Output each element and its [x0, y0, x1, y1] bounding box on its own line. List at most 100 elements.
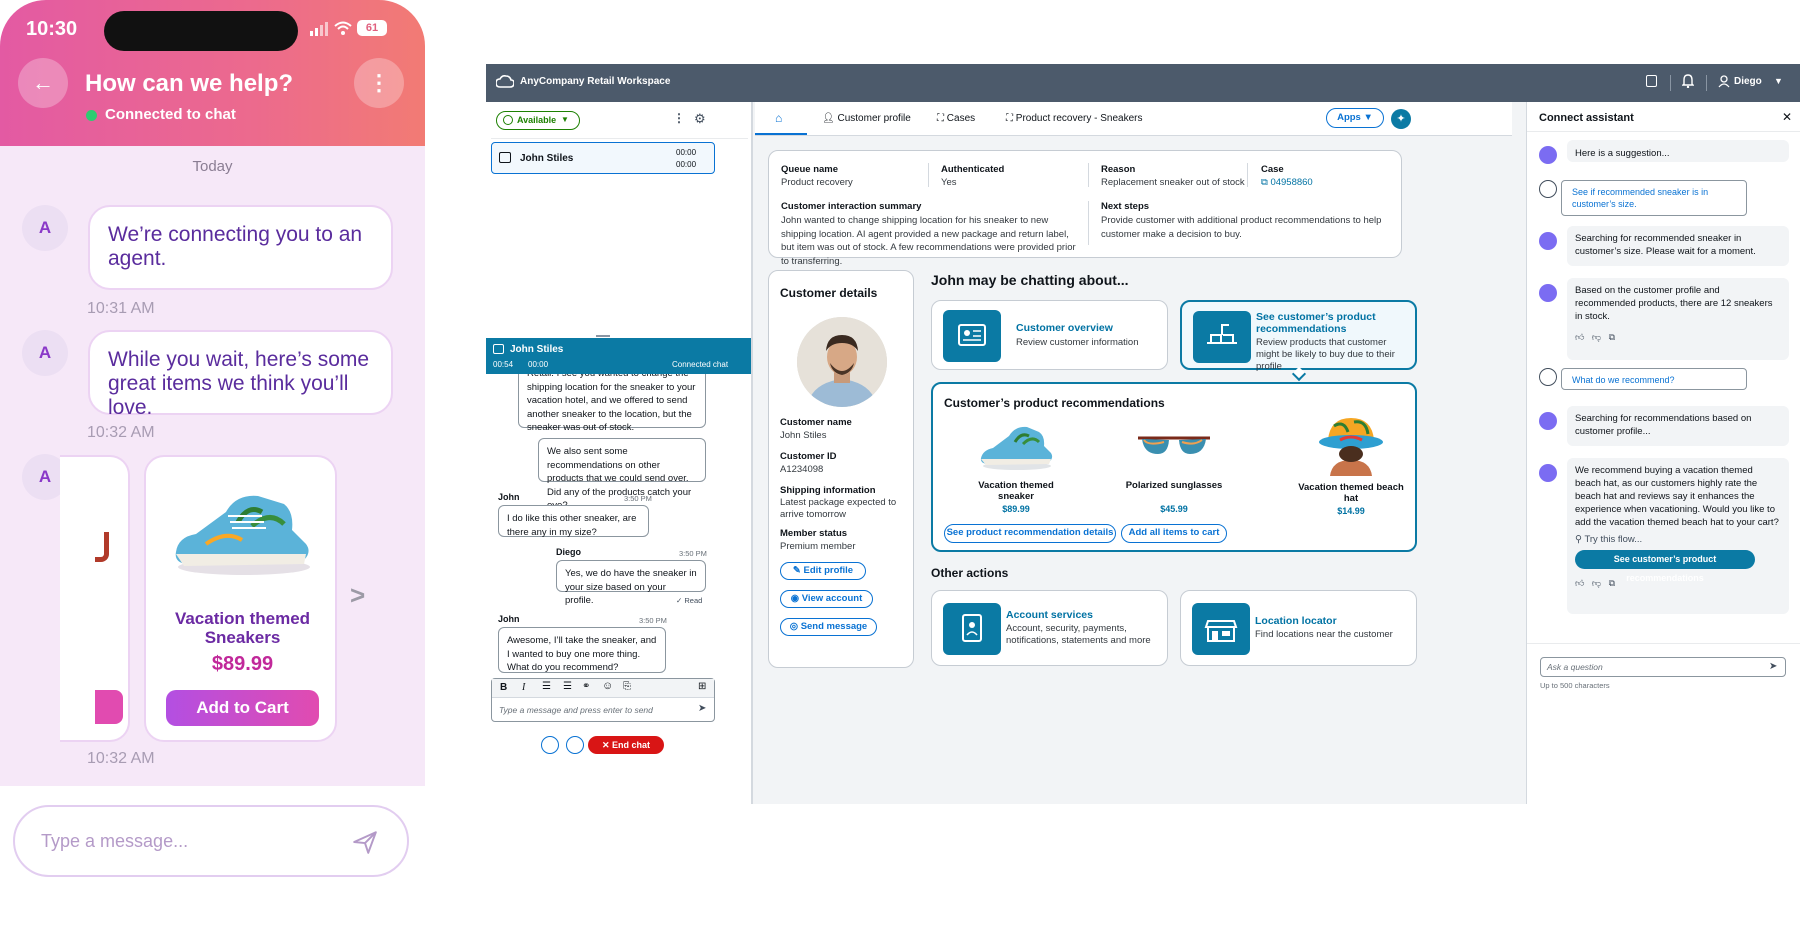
resize-handle[interactable]: [596, 335, 610, 337]
agent-status-label: Available: [517, 115, 557, 125]
wifi-icon: [334, 21, 352, 35]
assistant-message: Searching for recommended sneaker in cus…: [1567, 226, 1789, 266]
bell-icon[interactable]: [1682, 74, 1694, 88]
close-icon[interactable]: ✕: [1782, 110, 1792, 124]
customer-details-heading: Customer details: [780, 286, 878, 300]
send-icon[interactable]: [352, 829, 378, 855]
divider: [1088, 163, 1089, 187]
more-options-button[interactable]: ⋮: [354, 58, 404, 108]
emoji-icon[interactable]: ☺: [602, 680, 613, 692]
carousel-next-button[interactable]: >: [350, 580, 365, 611]
quick-connect-icon[interactable]: [541, 736, 559, 754]
divider: [1706, 75, 1707, 91]
divider: [1670, 75, 1671, 91]
contact-summary-card: Queue name Product recovery Authenticate…: [768, 150, 1402, 267]
copy-icon[interactable]: ⧉: [1609, 578, 1615, 588]
assistant-sparkle-button[interactable]: ✦: [1391, 109, 1411, 129]
chat-bubble: While you wait, here’s some great items …: [88, 330, 393, 419]
ask-question-input[interactable]: Ask a question ➤: [1540, 657, 1786, 677]
customer-overview-desc: Review customer information: [1016, 337, 1139, 348]
chat-time: 3:50 PM: [639, 616, 667, 625]
contact-tile[interactable]: John Stiles 00:00 00:00: [491, 142, 715, 174]
chat-timer: 00:54: [493, 360, 514, 369]
caret-down-icon[interactable]: ▼: [1774, 76, 1783, 86]
link-icon[interactable]: ⚭: [582, 681, 590, 692]
bullet-list-icon[interactable]: ☰: [563, 681, 572, 692]
calendar-icon[interactable]: [1646, 75, 1657, 87]
thumbs-down-icon[interactable]: 👎︎: [1592, 332, 1601, 342]
assistant-header: Connect assistant ✕: [1527, 102, 1800, 132]
send-message-label: Send message: [800, 621, 868, 632]
formatting-toolbar: B I ☰ ☰ ⚭ ☺ ⎘ ⊞: [492, 679, 714, 698]
chat-message: We also sent some recommendations on oth…: [538, 438, 706, 511]
tab-product-recovery[interactable]: ⛶ Product recovery - Sneakers: [1006, 113, 1143, 124]
see-recommendation-details-button[interactable]: See product recommendation details: [944, 524, 1116, 543]
attachment-icon[interactable]: ⎘: [623, 681, 631, 692]
chat-composer[interactable]: B I ☰ ☰ ⚭ ☺ ⎘ ⊞ Type a message and press…: [491, 678, 715, 722]
agent-status-dropdown[interactable]: Available ▼: [496, 111, 580, 130]
carousel-card-previous[interactable]: [60, 455, 130, 742]
character-limit-hint: Up to 500 characters: [1540, 681, 1610, 690]
try-flow-label: Try this flow...: [1584, 534, 1643, 545]
thumbs-up-icon[interactable]: 👍︎: [1575, 578, 1584, 588]
thumbs-up-icon[interactable]: 👍︎: [1575, 332, 1584, 342]
caret-down-icon: ▼: [561, 115, 569, 124]
shipping-value: Latest package expected to arrive tomorr…: [780, 497, 897, 520]
ask-question-placeholder: Ask a question: [1547, 662, 1603, 672]
eye-icon: ◉: [790, 593, 802, 604]
message-input[interactable]: Type a message...: [13, 805, 409, 877]
dynamic-island: [104, 11, 298, 51]
next-steps-label: Next steps: [1101, 201, 1150, 212]
location-locator-card[interactable]: Location locator Find locations near the…: [1180, 590, 1417, 666]
chat-sender: John: [498, 492, 520, 502]
tab-bar: ⌂ 👤︎ Customer profile ⛶ Cases ⛶ Product …: [755, 102, 1512, 136]
copy-icon[interactable]: ⧉: [1609, 332, 1615, 342]
send-icon[interactable]: ➤: [1769, 661, 1777, 672]
reason-label: Reason: [1101, 164, 1136, 175]
chat-timer: 00:00: [528, 360, 549, 369]
divider: [1088, 201, 1089, 245]
customer-overview-card[interactable]: Customer overview Review customer inform…: [931, 300, 1168, 370]
signal-icon: [310, 22, 330, 36]
tab-cases[interactable]: ⛶ Cases: [937, 113, 975, 124]
customer-avatar: [797, 317, 887, 407]
tab-customer-profile[interactable]: 👤︎ Customer profile: [822, 113, 911, 124]
add-to-cart-button[interactable]: [95, 690, 123, 724]
expand-icon[interactable]: ⊞: [698, 681, 706, 692]
tab-home[interactable]: ⌂: [755, 102, 807, 135]
thumbs-down-icon[interactable]: 👎︎: [1592, 578, 1601, 588]
view-account-button[interactable]: ◉ View account: [780, 590, 873, 608]
apps-dropdown[interactable]: Apps ▼: [1326, 108, 1384, 128]
edit-profile-button[interactable]: ✎ Edit profile: [780, 562, 866, 580]
transfer-icon[interactable]: [566, 736, 584, 754]
recommendation-name: Polarized sunglasses: [1125, 480, 1223, 491]
product-card[interactable]: Vacation themed Sneakers $89.99 Add to C…: [144, 455, 337, 742]
chat-transcript: Retail. I see you wanted to change the s…: [486, 374, 751, 704]
try-flow-hint: ⚲ Try this flow...: [1575, 533, 1781, 546]
product-recommendations-card[interactable]: See customer’s product recommendations R…: [1180, 300, 1417, 372]
recommendation-name: Vacation themed beach hat: [1298, 482, 1404, 504]
agent-avatar: A: [22, 205, 68, 251]
more-options-icon[interactable]: ⋮: [673, 111, 685, 125]
flow-button[interactable]: See customer’s product recommendations: [1575, 550, 1755, 583]
numbered-list-icon[interactable]: ☰: [542, 681, 551, 692]
settings-gear-icon[interactable]: ⚙: [694, 111, 706, 127]
chat-time: 3:50 PM: [624, 494, 652, 503]
chat-bubble: We’re connecting you to an agent.: [88, 205, 393, 290]
case-link[interactable]: ⧉ 04958860: [1261, 177, 1313, 188]
account-services-card[interactable]: Account services Account, security, paym…: [931, 590, 1168, 666]
end-chat-button[interactable]: ✕ End chat: [588, 736, 664, 754]
bold-icon[interactable]: B: [500, 682, 507, 693]
send-message-button[interactable]: ◎ Send message: [780, 618, 877, 636]
italic-icon[interactable]: I: [522, 682, 525, 693]
add-all-to-cart-button[interactable]: Add all items to cart: [1121, 524, 1227, 543]
send-icon[interactable]: ➤: [698, 703, 706, 714]
divider: [491, 138, 748, 139]
back-button[interactable]: ←: [18, 58, 68, 108]
add-to-cart-button[interactable]: Add to Cart: [166, 690, 319, 726]
user-menu[interactable]: Diego: [1734, 76, 1762, 87]
chat-message: Retail. I see you wanted to change the s…: [518, 374, 706, 433]
customer-name-value: John Stiles: [780, 430, 827, 441]
pencil-icon: ✎: [792, 565, 804, 576]
assistant-title: Connect assistant: [1539, 112, 1634, 124]
